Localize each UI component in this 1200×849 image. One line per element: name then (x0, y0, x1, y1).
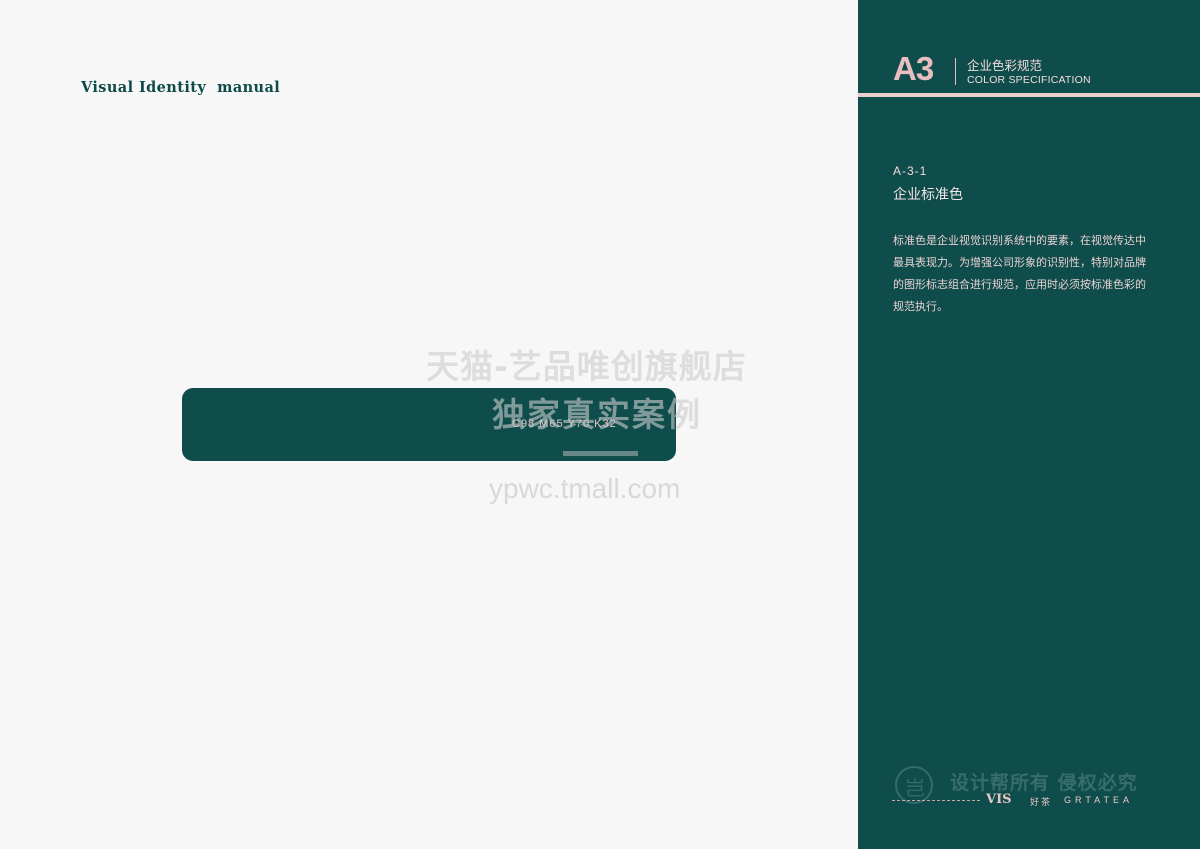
subsection-number: A-3-1 (893, 164, 928, 178)
header-title-en: COLOR SPECIFICATION (967, 74, 1091, 86)
subsection-description: 标准色是企业视觉识别系统中的要素，在视觉传达中最具表现力。为增强公司形象的识别性… (893, 234, 1146, 313)
header-title-cn: 企业色彩规范 (967, 58, 1043, 73)
footer-vis-label: VIS (986, 792, 1012, 807)
vi-manual-title: Visual Identity manual (81, 79, 281, 96)
watermark-url: ypwc.tmall.com (489, 473, 681, 504)
swatch-underline (563, 451, 638, 456)
header-divider (955, 58, 956, 85)
watermark-logo-icon: 岂 (895, 766, 933, 804)
header-rule (858, 93, 1200, 97)
section-code: A3 (893, 50, 934, 87)
footer-dashed-line (892, 800, 980, 801)
right-panel: A3 企业色彩规范 COLOR SPECIFICATION A-3-1 企业标准… (858, 0, 1200, 849)
watermark-store-name: 天猫-艺品唯创旗舰店 (426, 347, 747, 386)
watermark-logo-glyph: 岂 (905, 776, 925, 800)
footer-brand-en: GRTATEA (1064, 795, 1134, 805)
subsection-title: 企业标准色 (893, 187, 963, 203)
swatch-cmyk-code: C98 M65 Y70 K32 (512, 418, 617, 430)
watermark-copyright: 设计帮所有 侵权必究 (950, 772, 1138, 794)
vi-manual-page: Visual Identity manual 天猫-艺品唯创旗舰店 C98 M6… (0, 0, 1200, 849)
footer-brand-cn: 好茶 (1030, 798, 1053, 808)
left-panel: Visual Identity manual 天猫-艺品唯创旗舰店 C98 M6… (0, 0, 858, 849)
